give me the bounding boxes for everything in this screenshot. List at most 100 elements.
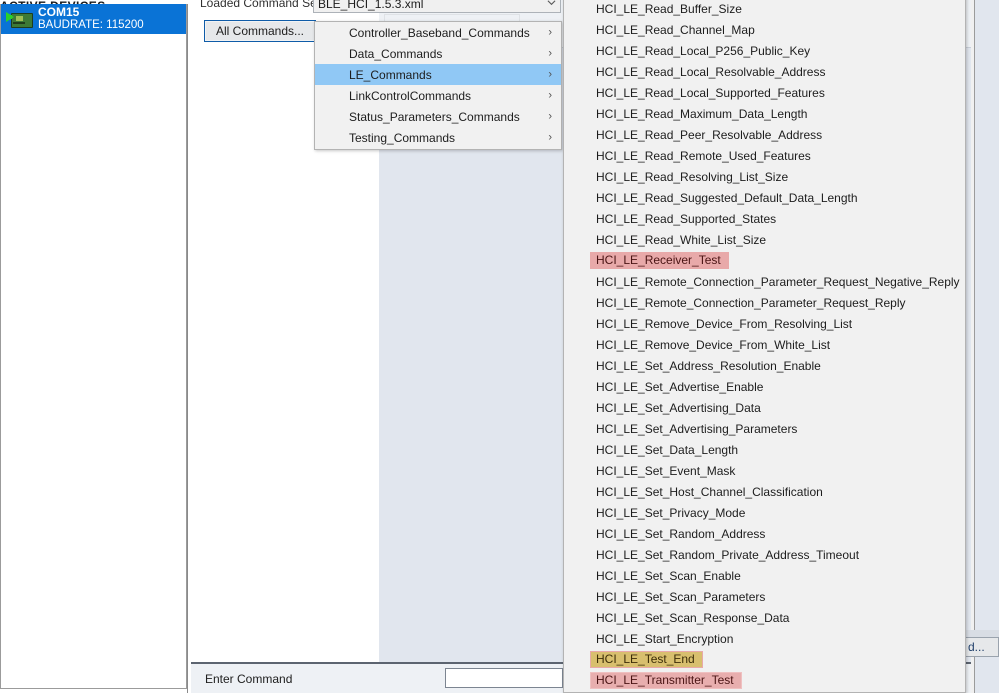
command-menu-item[interactable]: HCI_LE_Transmitter_Test (564, 670, 965, 691)
right-panel (974, 0, 999, 693)
right-panel-divider (965, 630, 999, 637)
command-menu-item[interactable]: HCI_LE_Set_Advertise_Enable (564, 376, 965, 397)
active-devices-panel: ACTIVE DEVICES COM15 BAUDRATE: 115200 (0, 0, 188, 693)
command-menu-item[interactable]: HCI_LE_Set_Scan_Parameters (564, 586, 965, 607)
command-menu-item[interactable]: HCI_LE_Set_Random_Private_Address_Timeou… (564, 544, 965, 565)
command-menu-item[interactable]: HCI_LE_Read_White_List_Size (564, 229, 965, 250)
command-category-menu[interactable]: Controller_Baseband_Commands › Data_Comman… (314, 21, 562, 150)
command-menu-item-label: HCI_LE_Read_Buffer_Size (596, 1, 742, 16)
command-menu-item-label: HCI_LE_Test_End (590, 651, 703, 668)
command-menu-item-label: HCI_LE_Set_Scan_Enable (596, 568, 741, 583)
chevron-right-icon: › (548, 47, 552, 59)
all-commands-button[interactable]: All Commands... (204, 20, 316, 42)
command-menu-item-label: HCI_LE_Read_Supported_States (596, 211, 777, 226)
command-set-value: BLE_HCI_1.5.3.xml (318, 0, 424, 11)
enter-command-label: Enter Command (205, 672, 293, 686)
command-menu-item[interactable]: HCI_LE_Set_Address_Resolution_Enable (564, 355, 965, 376)
command-menu-item[interactable]: HCI_LE_Read_Local_Resolvable_Address (564, 61, 965, 82)
command-menu-item[interactable]: HCI_LE_Set_Scan_Enable (564, 565, 965, 586)
command-menu-item[interactable]: HCI_LE_Read_Resolving_List_Size (564, 166, 965, 187)
command-menu-item[interactable]: HCI_LE_Set_Random_Address (564, 523, 965, 544)
category-menu-item[interactable]: Testing_Commands › (315, 127, 561, 148)
command-menu-item[interactable]: HCI_LE_Read_Maximum_Data_Length (564, 103, 965, 124)
command-menu-item[interactable]: HCI_LE_Test_End (564, 649, 965, 670)
command-menu-item-label: HCI_LE_Start_Encryption (596, 631, 734, 646)
serial-device-icon (6, 10, 33, 28)
command-menu-item-label: HCI_LE_Read_Resolving_List_Size (596, 169, 789, 184)
command-menu-item[interactable]: HCI_LE_Start_Encryption (564, 628, 965, 649)
chevron-down-icon (547, 0, 556, 6)
le-commands-submenu[interactable]: HCI_LE_Read_Buffer_Size HCI_LE_Read_Chann… (563, 0, 966, 693)
command-menu-item[interactable]: HCI_LE_Read_Local_P256_Public_Key (564, 40, 965, 61)
chevron-right-icon: › (548, 131, 552, 143)
chevron-right-icon: › (548, 26, 552, 38)
category-menu-item-label: LE_Commands (349, 67, 432, 82)
command-menu-item-label: HCI_LE_Remove_Device_From_White_List (596, 337, 831, 352)
command-menu-item[interactable]: HCI_LE_Set_Privacy_Mode (564, 502, 965, 523)
command-menu-item-label: HCI_LE_Read_Channel_Map (596, 22, 755, 37)
command-set-select[interactable]: BLE_HCI_1.5.3.xml (313, 0, 561, 13)
command-menu-item[interactable]: HCI_LE_Set_Advertising_Parameters (564, 418, 965, 439)
device-name: COM15 (38, 5, 80, 19)
command-menu-item-label: HCI_LE_Transmitter_Test (590, 672, 742, 689)
enter-command-input[interactable] (445, 668, 563, 688)
chevron-right-icon: › (548, 68, 552, 80)
command-menu-item-label: HCI_LE_Set_Random_Address (596, 526, 766, 541)
command-menu-item[interactable]: HCI_LE_Read_Suggested_Default_Data_Lengt… (564, 187, 965, 208)
category-menu-item[interactable]: LE_Commands › (315, 64, 561, 85)
command-menu-item-label: HCI_LE_Read_Maximum_Data_Length (596, 106, 808, 121)
command-menu-item-label: HCI_LE_Remove_Device_From_Resolving_List (596, 316, 853, 331)
command-menu-item-label: HCI_LE_Set_Advertising_Data (596, 400, 761, 415)
chevron-right-icon: › (548, 110, 552, 122)
category-menu-item-label: Status_Parameters_Commands (349, 109, 520, 124)
command-menu-item-label: HCI_LE_Set_Random_Private_Address_Timeou… (596, 547, 860, 562)
command-menu-item-label: HCI_LE_Remote_Connection_Parameter_Reque… (596, 295, 906, 310)
command-menu-item[interactable]: HCI_LE_Set_Scan_Response_Data (564, 607, 965, 628)
command-menu-item[interactable]: HCI_LE_Set_Advertising_Data (564, 397, 965, 418)
command-menu-item[interactable]: HCI_LE_Set_Data_Length (564, 439, 965, 460)
command-menu-item[interactable]: HCI_LE_Read_Peer_Resolvable_Address (564, 124, 965, 145)
command-menu-item[interactable]: HCI_LE_Read_Local_Supported_Features (564, 82, 965, 103)
category-menu-item-label: Data_Commands (349, 46, 443, 61)
category-menu-item-label: Controller_Baseband_Commands (349, 25, 530, 40)
list-item[interactable]: COM15 BAUDRATE: 115200 (1, 4, 186, 34)
command-menu-item-label: HCI_LE_Remote_Connection_Parameter_Reque… (596, 274, 960, 289)
command-menu-item-label: HCI_LE_Set_Address_Resolution_Enable (596, 358, 821, 373)
command-menu-item-label: HCI_LE_Set_Data_Length (596, 442, 739, 457)
command-menu-item[interactable]: HCI_LE_Set_Host_Channel_Classification (564, 481, 965, 502)
command-menu-item-label: HCI_LE_Set_Event_Mask (596, 463, 736, 478)
device-baudrate: BAUDRATE: 115200 (38, 19, 144, 31)
command-menu-item[interactable]: HCI_LE_Remove_Device_From_Resolving_List (564, 313, 965, 334)
command-menu-item[interactable]: HCI_LE_Remote_Connection_Parameter_Reque… (564, 292, 965, 313)
command-menu-item[interactable]: HCI_LE_Set_Event_Mask (564, 460, 965, 481)
command-menu-item-label: HCI_LE_Set_Host_Channel_Classification (596, 484, 823, 499)
command-menu-item[interactable]: HCI_LE_Read_Remote_Used_Features (564, 145, 965, 166)
device-list[interactable]: COM15 BAUDRATE: 115200 (0, 4, 187, 689)
command-menu-item-label: HCI_LE_Set_Scan_Response_Data (596, 610, 790, 625)
command-menu-item-label: HCI_LE_Read_Local_Resolvable_Address (596, 64, 826, 79)
command-menu-item[interactable]: HCI_LE_Remove_Device_From_White_List (564, 334, 965, 355)
command-menu-item[interactable]: HCI_LE_Read_Supported_States (564, 208, 965, 229)
device-info: COM15 BAUDRATE: 115200 (38, 6, 144, 32)
command-menu-item-label: HCI_LE_Set_Advertise_Enable (596, 379, 764, 394)
category-menu-item[interactable]: LinkControlCommands › (315, 85, 561, 106)
category-menu-item[interactable]: Data_Commands › (315, 43, 561, 64)
command-menu-item-label: HCI_LE_Read_Suggested_Default_Data_Lengt… (596, 190, 858, 205)
command-menu-item-label: HCI_LE_Set_Scan_Parameters (596, 589, 766, 604)
category-menu-item[interactable]: Status_Parameters_Commands › (315, 106, 561, 127)
category-menu-item[interactable]: Controller_Baseband_Commands › (315, 22, 561, 43)
obscured-send-button[interactable]: d... (965, 637, 999, 657)
command-menu-item-label: HCI_LE_Read_Remote_Used_Features (596, 148, 811, 163)
command-menu-item-label: HCI_LE_Read_Local_P256_Public_Key (596, 43, 811, 58)
chevron-right-icon: › (548, 89, 552, 101)
command-menu-item-label: HCI_LE_Set_Advertising_Parameters (596, 421, 798, 436)
command-menu-item[interactable]: HCI_LE_Remote_Connection_Parameter_Reque… (564, 271, 965, 292)
category-menu-item-label: LinkControlCommands (349, 88, 472, 103)
command-menu-item-label: HCI_LE_Set_Privacy_Mode (596, 505, 746, 520)
command-menu-item-label: HCI_LE_Receiver_Test (590, 252, 729, 269)
command-menu-item-label: HCI_LE_Read_Local_Supported_Features (596, 85, 825, 100)
loaded-command-set-label: Loaded Command Set (200, 0, 321, 10)
command-menu-item[interactable]: HCI_LE_Read_Channel_Map (564, 19, 965, 40)
command-menu-item[interactable]: HCI_LE_Receiver_Test (564, 250, 965, 271)
command-menu-item[interactable]: HCI_LE_Read_Buffer_Size (564, 0, 965, 19)
